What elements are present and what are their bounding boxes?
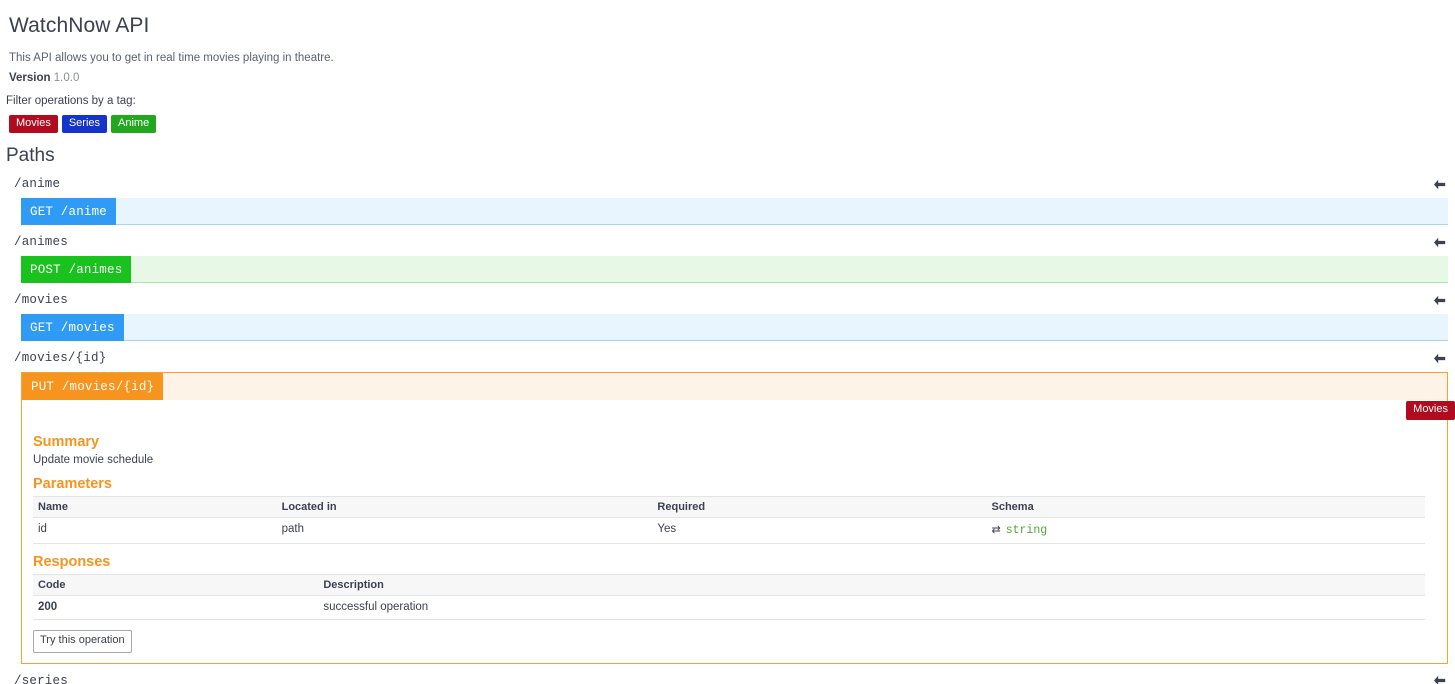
operation-bar-get-movies[interactable]: GET /movies <box>21 314 1448 342</box>
path-label-movies-id: /movies/{id} <box>14 351 107 366</box>
response-code: 200 <box>33 595 319 621</box>
table-row: 200 successful operation <box>33 595 1425 621</box>
column-header-code: Code <box>33 574 319 597</box>
operation-bar-body <box>131 256 1448 284</box>
summary-heading: Summary <box>33 434 100 451</box>
parameter-schema-type: string <box>1005 524 1048 538</box>
path-group-anime: /anime GET /anime <box>0 167 1455 226</box>
operation-bar-body <box>116 198 1448 226</box>
tag-filter-anime[interactable]: Anime <box>111 114 157 134</box>
path-label-animes: /animes <box>14 235 68 250</box>
operation-header-put[interactable]: PUT /movies/{id} <box>22 373 1447 401</box>
path-label-movies: /movies <box>14 293 68 308</box>
operation-method-label: PUT /movies/{id} <box>22 373 164 401</box>
tag-filter-row: Movies Series Anime <box>0 107 1455 134</box>
filter-label: Filter operations by a tag: <box>6 94 136 107</box>
operation-method-label: GET /movies <box>21 314 124 342</box>
path-label-anime: /anime <box>14 177 61 192</box>
path-group-animes: /animes POST /animes <box>0 225 1455 284</box>
parameter-located-in: path <box>276 517 653 545</box>
exchange-arrows-icon: ⇄ <box>991 524 1001 537</box>
operation-put-movies-id: PUT /movies/{id} Movies Summary Update m… <box>21 372 1455 664</box>
responses-table: Code Description 200 successful operatio… <box>33 574 1425 621</box>
parameter-required: Yes <box>652 517 987 545</box>
column-header-name: Name <box>33 496 277 519</box>
tag-filter-movies[interactable]: Movies <box>9 114 58 134</box>
parameters-table: Name Located in Required Schema id path … <box>33 496 1425 545</box>
table-row: id path Yes ⇄ string <box>33 517 1425 545</box>
path-group-movies: /movies GET /movies <box>0 283 1455 342</box>
table-header-row: Name Located in Required Schema <box>33 496 1425 519</box>
page-title: WatchNow API <box>9 14 150 37</box>
collapse-toggle-animes[interactable] <box>1431 235 1447 249</box>
api-description: This API allows you to get in real time … <box>9 52 334 64</box>
operation-bar-post-animes[interactable]: POST /animes <box>21 256 1448 284</box>
operation-method-label: GET /anime <box>21 198 117 226</box>
column-header-located-in: Located in <box>276 496 653 519</box>
tag-filter-series[interactable]: Series <box>61 114 108 134</box>
try-this-operation-button[interactable]: Try this operation <box>33 630 132 653</box>
column-header-required: Required <box>652 496 987 519</box>
table-header-row: Code Description <box>33 574 1425 597</box>
api-docs-page: WatchNow API This API allows you to get … <box>0 0 1455 684</box>
version-value: 1.0.0 <box>53 71 80 84</box>
response-description: successful operation <box>318 595 1425 621</box>
api-version: Version 1.0.0 <box>0 66 1455 86</box>
column-header-schema: Schema <box>986 496 1425 519</box>
collapse-toggle-series[interactable] <box>1431 674 1447 684</box>
operation-tag-movies[interactable]: Movies <box>1406 401 1455 421</box>
paths-heading: Paths <box>6 145 55 167</box>
parameters-heading: Parameters <box>33 476 112 493</box>
collapse-toggle-movies-id[interactable] <box>1431 351 1447 365</box>
parameter-name: id <box>33 517 277 545</box>
operation-tag-row: Movies <box>22 400 1455 424</box>
path-label-series: /series <box>14 673 68 684</box>
collapse-toggle-anime[interactable] <box>1431 177 1447 191</box>
responses-heading: Responses <box>33 554 111 571</box>
path-group-series: /series GET /series <box>0 664 1455 684</box>
operation-header-body <box>163 373 1447 400</box>
collapse-toggle-movies[interactable] <box>1431 293 1447 307</box>
path-group-movies-id: /movies/{id} PUT /movies/{id} Movies Sum… <box>0 341 1455 664</box>
summary-text: Update movie schedule <box>33 454 154 467</box>
version-label: Version <box>9 71 51 84</box>
parameter-schema-cell: ⇄ string <box>986 517 1425 545</box>
column-header-description: Description <box>318 574 1425 597</box>
operation-bar-body <box>123 314 1448 342</box>
operation-body: Summary Update movie schedule Parameters… <box>22 434 1447 662</box>
operation-method-label: POST /animes <box>21 256 132 284</box>
operation-bar-get-anime[interactable]: GET /anime <box>21 198 1448 226</box>
